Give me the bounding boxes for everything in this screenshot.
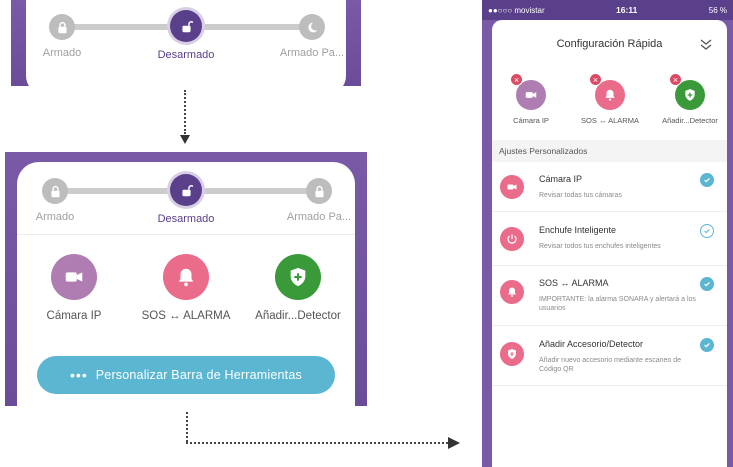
row-title: Cámara IP — [539, 174, 583, 184]
lock-icon — [42, 178, 68, 204]
mode-home-label: Armado Pa... — [286, 211, 352, 223]
bell-icon: × — [589, 73, 625, 110]
quick-action-sos[interactable]: SOS ↔ ALARMA — [131, 254, 241, 322]
home-lock-icon — [299, 14, 325, 40]
remove-icon[interactable]: × — [589, 73, 602, 86]
settings-row-sos[interactable]: SOS ↔ ALARMA IMPORTANTE: la alarma SONAR… — [492, 266, 727, 326]
row-title: Añadir Accesorio/Detector — [539, 339, 644, 349]
mode-home[interactable]: Armado Pa... — [279, 178, 359, 223]
mode-armed-label: Armado — [35, 211, 75, 223]
shield-plus-icon — [500, 342, 524, 366]
row-subtitle: Revisar todos tus enchufes inteligentes — [539, 243, 661, 250]
shortcut-camera-label: Cámara IP — [513, 116, 549, 125]
mode-armed[interactable]: Armado — [22, 14, 102, 59]
composite-screenshot: Armado Desarmado Armado Pa... Armado Des… — [0, 0, 733, 467]
row-title: SOS ↔ ALARMA — [539, 278, 609, 288]
arrow-down-icon — [180, 135, 190, 144]
phone-screen: ●●○○○ movistar 16:11 56 % Configuración … — [482, 0, 733, 467]
quick-action-sos-label: SOS ↔ ALARMA — [141, 310, 231, 322]
shortcut-sos-label: SOS ↔ ALARMA — [581, 116, 639, 125]
unlock-icon — [170, 174, 202, 206]
shortcut-add-label: Añadir...Detector — [662, 116, 718, 125]
checkmark-icon[interactable] — [700, 277, 714, 291]
checkmark-icon[interactable] — [700, 338, 714, 352]
quick-actions-card: Armado Desarmado Armado Pa... Cámara IP … — [17, 162, 355, 406]
row-subtitle: IMPORTANTE: la alarma SONARA y alertará … — [539, 296, 696, 312]
quick-action-camera-label: Cámara IP — [46, 310, 102, 322]
mode-armed[interactable]: Armado — [15, 178, 95, 223]
remove-icon[interactable]: × — [510, 73, 523, 86]
shortcut-add[interactable]: × Añadir...Detector — [654, 73, 726, 125]
bell-icon — [163, 254, 209, 300]
shield-plus-icon — [275, 254, 321, 300]
row-title: Enchufe Inteligente — [539, 225, 617, 235]
quick-action-camera[interactable]: Cámara IP — [19, 254, 129, 322]
settings-row-smart-plug[interactable]: Enchufe Inteligente Revisar todos tus en… — [492, 212, 727, 266]
more-dots-icon: ••• — [70, 367, 88, 383]
customize-toolbar-button[interactable]: ••• Personalizar Barra de Herramientas — [37, 356, 335, 394]
settings-row-camera[interactable]: Cámara IP Revisar todas tus cámaras — [492, 162, 727, 212]
carrier-label: ●●○○○ movistar — [488, 5, 545, 15]
quick-action-add-label: Añadir...Detector — [255, 310, 341, 322]
mode-disarmed-label: Desarmado — [157, 49, 215, 61]
flow-arrow-line-vertical — [186, 412, 188, 442]
sheet-title: Configuración Rápida — [556, 38, 663, 50]
row-subtitle: Añadir nuevo accesorio mediante escaneo … — [539, 357, 682, 373]
status-bar: ●●○○○ movistar 16:11 56 % — [482, 0, 733, 20]
row-subtitle: Revisar todas tus cámaras — [539, 192, 622, 199]
collapse-chevron-icon[interactable] — [699, 37, 713, 51]
quick-action-add[interactable]: Añadir...Detector — [243, 254, 353, 322]
customize-toolbar-label: Personalizar Barra de Herramientas — [95, 368, 302, 382]
battery-label: 56 % — [708, 5, 727, 15]
arrow-right-icon — [448, 437, 460, 449]
shield-plus-icon: × — [669, 73, 705, 110]
mode-home-label: Armado Pa... — [279, 47, 345, 59]
quick-settings-sheet: Configuración Rápida × Cámara IP × SOS ↔… — [492, 20, 727, 467]
mode-disarmed[interactable]: Desarmado — [146, 10, 226, 61]
bell-icon — [500, 280, 524, 304]
mode-armed-label: Armado — [42, 47, 82, 59]
video-camera-icon: × — [510, 73, 546, 110]
shortcut-sos[interactable]: × SOS ↔ ALARMA — [574, 73, 646, 125]
settings-row-add-accessory[interactable]: Añadir Accesorio/Detector Añadir nuevo a… — [492, 326, 727, 386]
video-camera-icon — [500, 175, 524, 199]
mode-selector-panel-small: Armado Desarmado Armado Pa... — [11, 0, 361, 86]
divider — [17, 234, 355, 235]
lock-icon — [49, 14, 75, 40]
mode-selector-card: Armado Desarmado Armado Pa... — [26, 0, 346, 86]
mode-home[interactable]: Armado Pa... — [272, 14, 352, 59]
clock-label: 16:11 — [616, 5, 638, 15]
mode-disarmed-label: Desarmado — [157, 213, 215, 225]
mode-disarmed[interactable]: Desarmado — [146, 174, 226, 225]
checkmark-icon[interactable] — [700, 224, 714, 238]
checkmark-icon[interactable] — [700, 173, 714, 187]
lock-icon — [306, 178, 332, 204]
shortcut-camera[interactable]: × Cámara IP — [495, 73, 567, 125]
power-icon — [500, 227, 524, 251]
remove-icon[interactable]: × — [669, 73, 682, 86]
section-header: Ajustes Personalizados — [492, 140, 727, 162]
video-camera-icon — [51, 254, 97, 300]
mode-selector-panel-expanded: Armado Desarmado Armado Pa... Cámara IP … — [5, 152, 367, 406]
flow-arrow-line-horizontal — [186, 442, 448, 444]
flow-arrow-down-line — [184, 90, 186, 134]
unlock-icon — [170, 10, 202, 42]
